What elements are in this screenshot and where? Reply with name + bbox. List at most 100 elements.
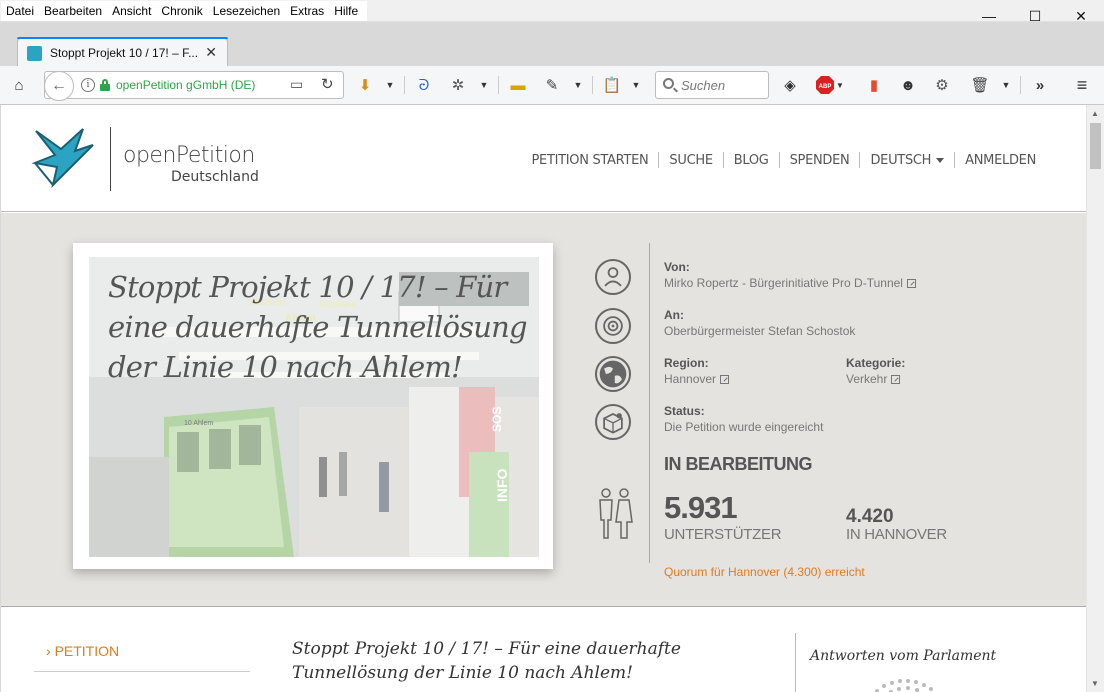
von-value[interactable]: Mirko Ropertz - Bürgerinitiative Pro D-T… bbox=[664, 276, 916, 290]
nav-suche[interactable]: SUCHE bbox=[659, 153, 722, 168]
region-name: Hannover bbox=[664, 372, 717, 386]
openpetition-bird-logo[interactable] bbox=[31, 123, 101, 193]
menu-lesezeichen[interactable]: Lesezeichen bbox=[208, 1, 285, 21]
local-supporters-label: IN HANNOVER bbox=[846, 526, 947, 543]
von-name: Mirko Ropertz - Bürgerinitiative Pro D-T… bbox=[664, 276, 903, 290]
external-link-icon bbox=[906, 279, 916, 289]
pocket-icon[interactable]: ◈ bbox=[780, 74, 800, 96]
menu-datei[interactable]: Datei bbox=[1, 1, 39, 21]
toolbar-separator bbox=[404, 76, 405, 94]
petition-title-overlay: Stoppt Projekt 10 / 17! – Für eine dauer… bbox=[108, 270, 528, 384]
eyedropper-icon[interactable]: ✎ bbox=[542, 74, 562, 96]
kategorie-name: Verkehr bbox=[846, 372, 888, 386]
scroll-down-arrow-icon[interactable]: ▼ bbox=[1091, 679, 1099, 688]
download-arrow-icon[interactable]: ⬇ bbox=[356, 74, 374, 96]
package-status-icon bbox=[595, 404, 631, 440]
ruler-icon[interactable]: ▬ bbox=[508, 74, 528, 96]
search-icon bbox=[663, 78, 674, 89]
menu-extras[interactable]: Extras bbox=[285, 1, 329, 21]
an-label: An: bbox=[664, 308, 684, 322]
external-link-icon bbox=[891, 375, 901, 385]
person-location-icon bbox=[595, 259, 631, 295]
home-icon[interactable]: ⌂ bbox=[9, 74, 29, 96]
chevron-right-icon: › bbox=[46, 643, 55, 659]
region-label: Region: bbox=[664, 356, 709, 370]
supporters-label: UNTERSTÜTZER bbox=[664, 526, 782, 543]
menu-bearbeiten[interactable]: Bearbeiten bbox=[39, 1, 107, 21]
toolbar-separator bbox=[498, 76, 499, 94]
column-divider bbox=[795, 633, 796, 692]
nav-toolbar: ⌂ ← i openPetition gGmbH (DE) ▭ ↻ ⬇ ▼ ᘒ … bbox=[0, 66, 1104, 105]
status-value: Die Petition wurde eingereicht bbox=[664, 420, 824, 434]
kategorie-label: Kategorie: bbox=[846, 356, 906, 370]
toolbar-separator bbox=[592, 76, 593, 94]
menu-chronik[interactable]: Chronik bbox=[156, 1, 207, 21]
scrollbar-thumb[interactable] bbox=[1090, 123, 1101, 169]
openpetition-favicon-icon bbox=[27, 46, 42, 61]
petition-heading: Stoppt Projekt 10 / 17! – Für eine dauer… bbox=[292, 639, 681, 683]
nav-blog[interactable]: BLOG bbox=[724, 153, 779, 168]
nav-anmelden[interactable]: ANMELDEN bbox=[955, 153, 1046, 168]
tab-active[interactable]: Stoppt Projekt 10 / 17! – F... ✕ bbox=[17, 37, 228, 67]
parliament-dots-graphic bbox=[875, 679, 933, 692]
main-nav: PETITION STARTEN SUCHE BLOG SPENDEN DEUT… bbox=[521, 152, 1046, 168]
logo-divider bbox=[110, 127, 111, 191]
extension-bug-icon[interactable]: ✲ bbox=[448, 74, 468, 96]
extension-puzzle-icon[interactable]: ⚙ bbox=[932, 74, 952, 96]
page-scrollbar[interactable]: ▲ ▼ bbox=[1086, 105, 1104, 692]
dropdown-arrow-icon[interactable]: ▼ bbox=[630, 74, 642, 96]
reader-view-icon[interactable]: ▭ bbox=[290, 76, 303, 93]
nav-spenden[interactable]: SPENDEN bbox=[780, 153, 860, 168]
chat-face-icon[interactable]: ☻ bbox=[898, 74, 918, 96]
scroll-up-arrow-icon[interactable]: ▲ bbox=[1091, 109, 1099, 118]
logo-title[interactable]: openPetition bbox=[123, 143, 255, 168]
site-identity: openPetition gGmbH (DE) bbox=[116, 78, 256, 92]
logo-subtitle: Deutschland bbox=[171, 169, 259, 185]
web-page: openPetition Deutschland PETITION STARTE… bbox=[1, 105, 1086, 692]
svg-text:ABP: ABP bbox=[819, 84, 832, 90]
region-value[interactable]: Hannover bbox=[664, 372, 730, 386]
search-input[interactable]: Suchen bbox=[655, 71, 769, 99]
overflow-chevron-icon[interactable]: » bbox=[1030, 74, 1050, 96]
supporters-count: 5.931 bbox=[664, 490, 738, 525]
info-icon[interactable]: i bbox=[81, 78, 95, 92]
clipboard-icon[interactable]: 📋 bbox=[602, 74, 622, 96]
antworten-heading: Antworten vom Parlament bbox=[810, 648, 997, 664]
trash-icon[interactable]: 🗑 bbox=[970, 74, 990, 96]
menu-hilfe[interactable]: Hilfe bbox=[329, 1, 363, 21]
back-arrow-icon[interactable]: ← bbox=[44, 71, 74, 101]
dropdown-arrow-icon[interactable]: ▼ bbox=[384, 74, 396, 96]
extension-swirl-icon[interactable]: ᘒ bbox=[414, 74, 434, 96]
status-in-bearbeitung: IN BEARBEITUNG bbox=[664, 454, 813, 474]
reload-icon[interactable]: ↻ bbox=[321, 75, 334, 93]
an-value: Oberbürgermeister Stefan Schostok bbox=[664, 324, 856, 338]
quorum-reached-link[interactable]: Quorum für Hannover (4.300) erreicht bbox=[664, 565, 865, 579]
status-label: Status: bbox=[664, 404, 705, 418]
tab-title: Stoppt Projekt 10 / 17! – F... bbox=[50, 46, 199, 60]
petition-photo: Waterloo Glocksee Ahlem SOS INFO 10 Ahle… bbox=[89, 257, 539, 557]
sidebar-divider bbox=[34, 671, 250, 672]
petition-content: › PETITION Stoppt Projekt 10 / 17! – Für… bbox=[1, 608, 1086, 692]
adblock-icon[interactable]: ABP ▼ bbox=[816, 74, 844, 96]
menu-ansicht[interactable]: Ansicht bbox=[107, 1, 156, 21]
von-label: Von: bbox=[664, 260, 690, 274]
tab-close-icon[interactable]: ✕ bbox=[205, 44, 217, 61]
lock-icon bbox=[100, 79, 110, 91]
menu-items: Datei Bearbeiten Ansicht Chronik Lesezei… bbox=[1, 1, 368, 21]
globe-icon bbox=[595, 356, 631, 392]
info-divider bbox=[649, 243, 650, 563]
nav-language-dropdown[interactable]: DEUTSCH bbox=[860, 153, 954, 168]
hamburger-menu-icon[interactable]: ≡ bbox=[1072, 74, 1092, 96]
nav-petition-starten[interactable]: PETITION STARTEN bbox=[521, 153, 658, 168]
extension-red-icon[interactable]: ▮ bbox=[864, 74, 884, 96]
url-bar[interactable]: ← i openPetition gGmbH (DE) ▭ ↻ bbox=[44, 71, 344, 101]
menu-bar: Datei Bearbeiten Ansicht Chronik Lesezei… bbox=[0, 0, 1104, 24]
petition-hero: Waterloo Glocksee Ahlem SOS INFO 10 Ahle… bbox=[1, 213, 1086, 607]
dropdown-arrow-icon[interactable]: ▼ bbox=[1000, 74, 1012, 96]
sidebar-link-petition[interactable]: › PETITION bbox=[46, 643, 119, 659]
toolbar-separator bbox=[1020, 76, 1021, 94]
kategorie-value[interactable]: Verkehr bbox=[846, 372, 901, 386]
dropdown-arrow-icon[interactable]: ▼ bbox=[572, 74, 584, 96]
dropdown-arrow-icon[interactable]: ▼ bbox=[478, 74, 490, 96]
search-placeholder: Suchen bbox=[681, 78, 726, 93]
